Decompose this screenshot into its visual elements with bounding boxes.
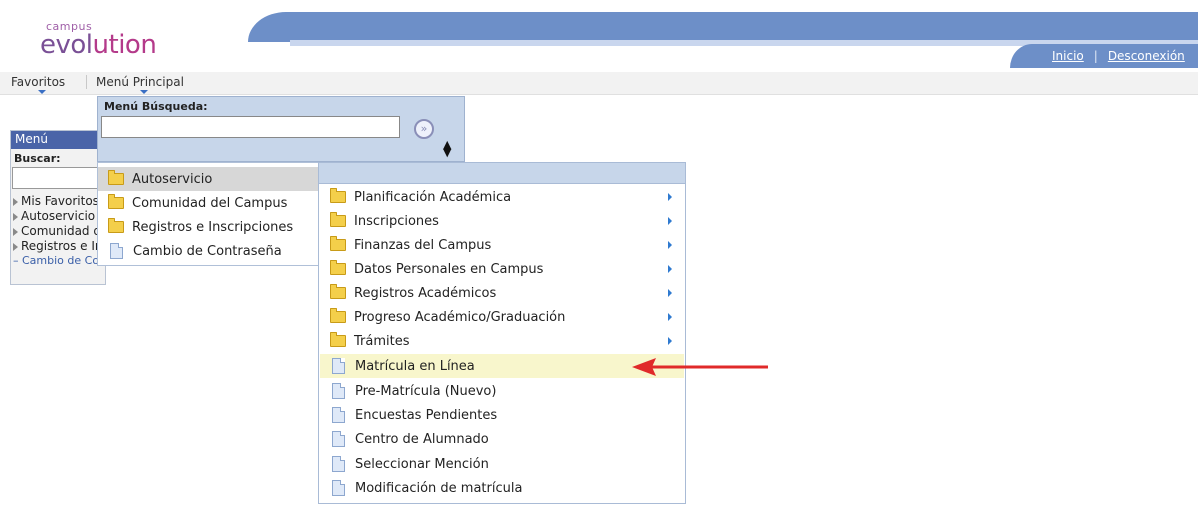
left-item-self-service[interactable]: Autoservicio [11,209,105,224]
folder-icon [330,236,346,251]
submenu-arrow-icon [668,193,672,201]
menu2-item-academic-progress[interactable]: Progreso Académico/Graduación [320,305,684,329]
left-item-change-password[interactable]: – Cambio de Contraseña [11,254,105,267]
submenu-arrow-icon [668,289,672,297]
left-item-records[interactable]: Registros e Inscripciones [11,239,105,254]
left-panel-title: Menú [11,131,105,149]
sort-arrows-icon[interactable]: ▲ ▼ [443,139,451,158]
menubar-divider [86,75,87,89]
menu2-item-student-center[interactable]: Centro de Alumnado [320,427,684,451]
left-search-label: Buscar: [14,152,61,165]
left-search-input[interactable] [12,167,105,189]
menu-level-2: Planificación Académica Inscripciones Fi… [318,183,686,504]
main-menu[interactable]: Menú Principal [96,75,184,89]
menu1-item-records[interactable]: Registros e Inscripciones [98,215,318,239]
top-menu-bar: Favoritos Menú Principal [0,72,1198,95]
menu2-item-academic-planning[interactable]: Planificación Académica [320,185,684,209]
document-icon [332,358,345,374]
logo-part-b: ution [92,30,157,60]
expand-triangle-icon [13,242,18,251]
menu2-item-procedures[interactable]: Trámites [320,329,684,353]
menu1-item-self-service[interactable]: Autoservicio [98,167,318,191]
favorites-caret-icon [38,90,46,94]
folder-icon [108,170,124,185]
left-item-label: Autoservicio [21,209,96,223]
menu-item-label: Datos Personales en Campus [354,261,544,277]
menu-item-label: Centro de Alumnado [355,431,489,447]
menu-item-label: Comunidad del Campus [132,195,288,211]
logout-link[interactable]: Desconexión [1108,49,1185,63]
submenu-arrow-icon [668,217,672,225]
menu-item-label: Pre-Matrícula (Nuevo) [355,383,497,399]
menu1-item-community[interactable]: Comunidad del Campus [98,191,318,215]
expand-triangle-icon [13,212,18,221]
submenu-arrow-icon [668,265,672,273]
menu2-item-pending-surveys[interactable]: Encuestas Pendientes [320,403,684,427]
search-go-icon[interactable]: » [414,119,434,139]
menu2-item-select-mention[interactable]: Seleccionar Mención [320,452,684,476]
folder-icon [330,212,346,227]
folder-icon [330,332,346,347]
submenu-arrow-icon [668,313,672,321]
favorites-menu[interactable]: Favoritos [11,75,65,89]
menu-level-2-header [318,162,686,184]
header-band [248,12,1198,42]
header-nav: Inicio | Desconexión [1010,44,1198,68]
menu-item-label: Cambio de Contraseña [133,243,282,259]
folder-icon [108,194,124,209]
menu2-item-personal-data[interactable]: Datos Personales en Campus [320,257,684,281]
menu-search-label: Menú Búsqueda: [104,100,208,113]
left-menu-panel: Menú Buscar: Mis Favoritos Autoservicio … [10,130,106,285]
red-arrow-annotation-icon [632,358,768,376]
menu-item-label: Modificación de matrícula [355,480,523,496]
menu2-item-enrollment-modification[interactable]: Modificación de matrícula [320,476,684,500]
menu-item-label: Registros e Inscripciones [132,219,294,235]
submenu-arrow-icon [668,337,672,345]
document-icon [332,456,345,472]
nav-separator: | [1093,49,1098,63]
menu-item-label: Seleccionar Mención [355,456,489,472]
document-icon [332,480,345,496]
menu2-item-enrollments[interactable]: Inscripciones [320,209,684,233]
expand-triangle-icon [13,227,18,236]
folder-icon [330,308,346,323]
menu2-item-campus-finances[interactable]: Finanzas del Campus [320,233,684,257]
menu-search-panel: Menú Búsqueda: » ▲ ▼ [97,96,465,162]
folder-icon [330,188,346,203]
menu-item-label: Inscripciones [354,213,439,229]
logo-main-text: evolution [40,30,157,60]
menu-search-input[interactable] [101,116,400,138]
logo-part-a: evol [40,30,93,60]
left-item-label: Mis Favoritos [21,194,99,208]
main-menu-caret-icon [140,90,148,94]
menu-level-1: Autoservicio Comunidad del Campus Regist… [97,162,319,266]
document-icon [332,431,345,447]
menu-item-label: Planificación Académica [354,189,512,205]
menu-item-label: Autoservicio [132,171,213,187]
folder-icon [108,218,124,233]
menu-item-label: Trámites [354,333,410,349]
menu2-item-academic-records[interactable]: Registros Académicos [320,281,684,305]
menu-item-label: Progreso Académico/Graduación [354,309,566,325]
menu1-item-change-password[interactable]: Cambio de Contraseña [98,239,318,263]
document-icon [332,407,345,423]
menu-item-label: Encuestas Pendientes [355,407,498,423]
left-item-label: Registros e Inscripciones [21,239,105,253]
left-item-label: Comunidad del Campus [21,224,105,238]
menu-item-label: Finanzas del Campus [354,237,492,253]
expand-triangle-icon [13,197,18,206]
submenu-arrow-icon [668,241,672,249]
home-link[interactable]: Inicio [1052,49,1084,63]
document-icon [110,243,123,259]
folder-icon [330,260,346,275]
left-item-community[interactable]: Comunidad del Campus [11,224,105,239]
menu-item-label: Matrícula en Línea [355,358,475,374]
menu2-item-pre-enrollment[interactable]: Pre-Matrícula (Nuevo) [320,379,684,403]
document-icon [332,383,345,399]
left-item-favorites[interactable]: Mis Favoritos [11,194,105,209]
folder-icon [330,284,346,299]
menu-item-label: Registros Académicos [354,285,497,301]
